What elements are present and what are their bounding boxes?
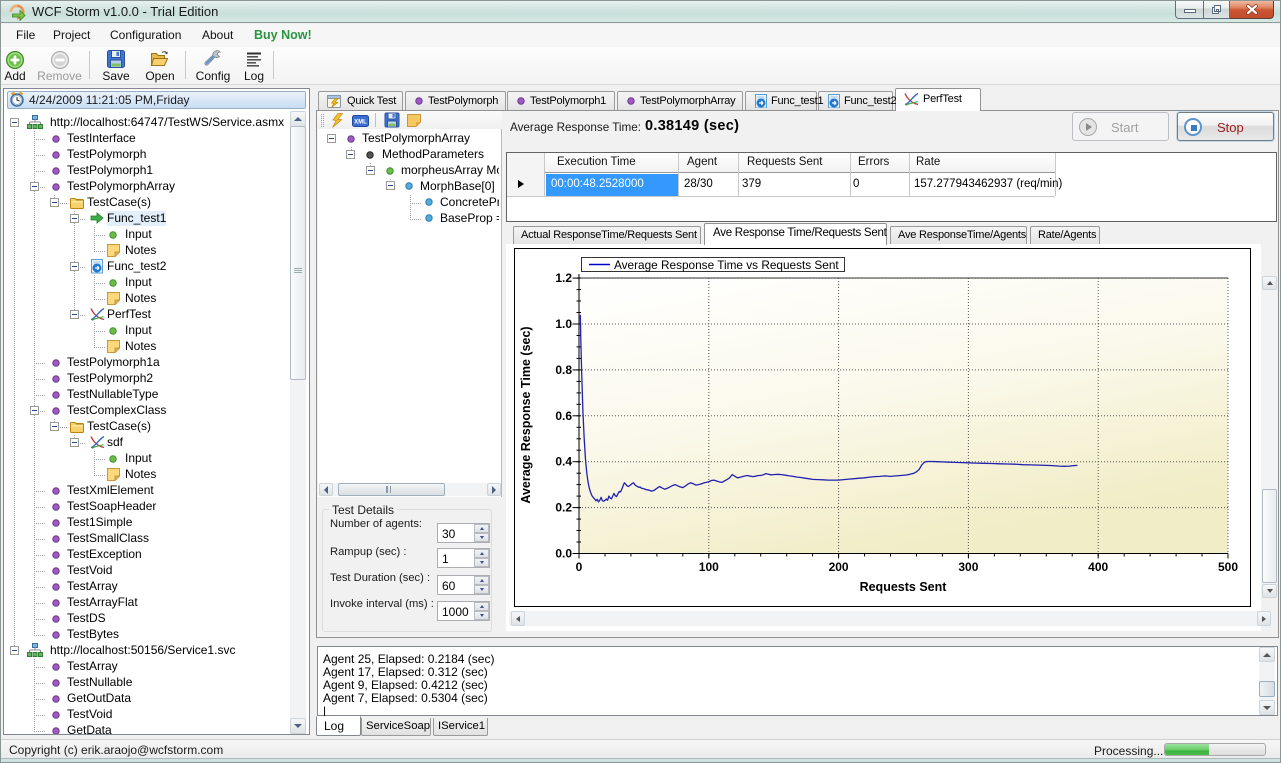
svg-text:Requests Sent: Requests Sent [860, 580, 948, 594]
svg-text:Average Response Time (sec): Average Response Time (sec) [519, 326, 533, 503]
svg-text:0.0: 0.0 [555, 547, 572, 561]
svg-text:XML: XML [354, 120, 367, 126]
svg-text:0: 0 [576, 560, 583, 574]
svg-text:0.2: 0.2 [555, 501, 572, 515]
svg-text:1.0: 1.0 [555, 317, 572, 331]
svg-text:400: 400 [1088, 560, 1108, 574]
svg-text:500: 500 [1218, 560, 1238, 574]
svg-text:0.8: 0.8 [555, 363, 572, 377]
svg-text:100: 100 [699, 560, 719, 574]
svg-text:Average Response Time vs Reque: Average Response Time vs Requests Sent [614, 258, 839, 272]
svg-text:300: 300 [958, 560, 978, 574]
svg-text:1.2: 1.2 [555, 271, 572, 285]
svg-text:200: 200 [829, 560, 849, 574]
svg-text:0.4: 0.4 [555, 455, 572, 469]
svg-text:0.6: 0.6 [555, 409, 572, 423]
